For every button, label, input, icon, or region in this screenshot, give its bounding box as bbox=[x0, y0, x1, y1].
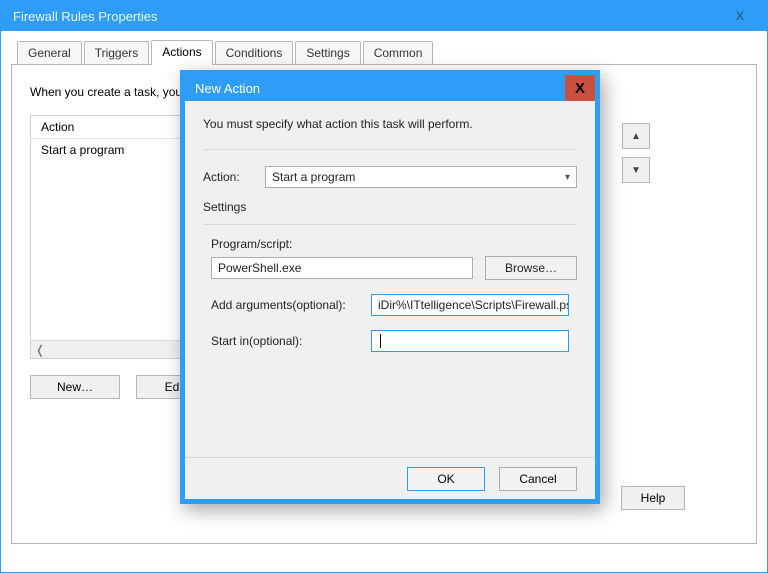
tab-general[interactable]: General bbox=[17, 41, 82, 65]
action-dropdown-value: Start a program bbox=[272, 170, 355, 184]
tab-settings[interactable]: Settings bbox=[295, 41, 360, 65]
tabstrip: General Triggers Actions Conditions Sett… bbox=[17, 39, 757, 64]
chevron-down-icon: ▾ bbox=[559, 172, 570, 183]
arguments-value: iDir%\ITtelligence\Scripts\Firewall.ps1" bbox=[378, 298, 569, 312]
new-action-title: New Action bbox=[195, 81, 260, 96]
new-action-dialog: New Action X You must specify what actio… bbox=[180, 70, 600, 504]
browse-button[interactable]: Browse… bbox=[485, 256, 577, 280]
arguments-label: Add arguments(optional): bbox=[211, 298, 371, 312]
chevron-left-icon[interactable]: ❬ bbox=[31, 341, 49, 358]
tab-common[interactable]: Common bbox=[363, 41, 434, 65]
tab-conditions[interactable]: Conditions bbox=[215, 41, 294, 65]
settings-groupbox-label: Settings bbox=[203, 200, 577, 214]
chevron-up-icon: ▲ bbox=[631, 131, 641, 142]
close-icon: X bbox=[575, 80, 585, 97]
action-dropdown[interactable]: Start a program ▾ bbox=[265, 166, 577, 188]
settings-group: Program/script: PowerShell.exe Browse… A… bbox=[211, 237, 577, 352]
properties-titlebar[interactable]: Firewall Rules Properties x bbox=[1, 1, 767, 31]
cancel-button[interactable]: Cancel bbox=[499, 467, 577, 491]
close-button[interactable]: X bbox=[565, 75, 595, 101]
tab-triggers[interactable]: Triggers bbox=[84, 41, 150, 65]
new-action-footer: OK Cancel bbox=[185, 457, 595, 499]
divider bbox=[203, 224, 577, 225]
move-up-button[interactable]: ▲ bbox=[622, 123, 650, 149]
optional-fields: Add arguments(optional): iDir%\ITtellige… bbox=[211, 294, 577, 352]
program-script-row: PowerShell.exe Browse… bbox=[211, 256, 577, 280]
program-script-input[interactable]: PowerShell.exe bbox=[211, 257, 473, 279]
ok-button[interactable]: OK bbox=[407, 467, 485, 491]
tab-actions[interactable]: Actions bbox=[151, 40, 212, 65]
program-script-label: Program/script: bbox=[211, 237, 577, 251]
move-down-button[interactable]: ▼ bbox=[622, 157, 650, 183]
actions-reorder-buttons: ▲ ▼ bbox=[622, 123, 650, 183]
help-button[interactable]: Help bbox=[621, 486, 685, 510]
arguments-input[interactable]: iDir%\ITtelligence\Scripts\Firewall.ps1" bbox=[371, 294, 569, 316]
start-in-label: Start in(optional): bbox=[211, 334, 371, 348]
action-label: Action: bbox=[203, 170, 265, 184]
text-caret-icon bbox=[380, 334, 381, 348]
close-icon[interactable]: x bbox=[723, 7, 757, 25]
start-in-input[interactable] bbox=[371, 330, 569, 352]
new-action-body: You must specify what action this task w… bbox=[185, 101, 595, 362]
properties-title: Firewall Rules Properties bbox=[13, 9, 158, 24]
divider bbox=[203, 149, 577, 150]
program-script-value: PowerShell.exe bbox=[218, 261, 301, 275]
new-action-instruction: You must specify what action this task w… bbox=[203, 117, 577, 131]
chevron-down-icon: ▼ bbox=[631, 165, 641, 176]
action-row: Action: Start a program ▾ bbox=[203, 166, 577, 188]
new-action-titlebar[interactable]: New Action X bbox=[185, 75, 595, 101]
new-button[interactable]: New… bbox=[30, 375, 120, 399]
